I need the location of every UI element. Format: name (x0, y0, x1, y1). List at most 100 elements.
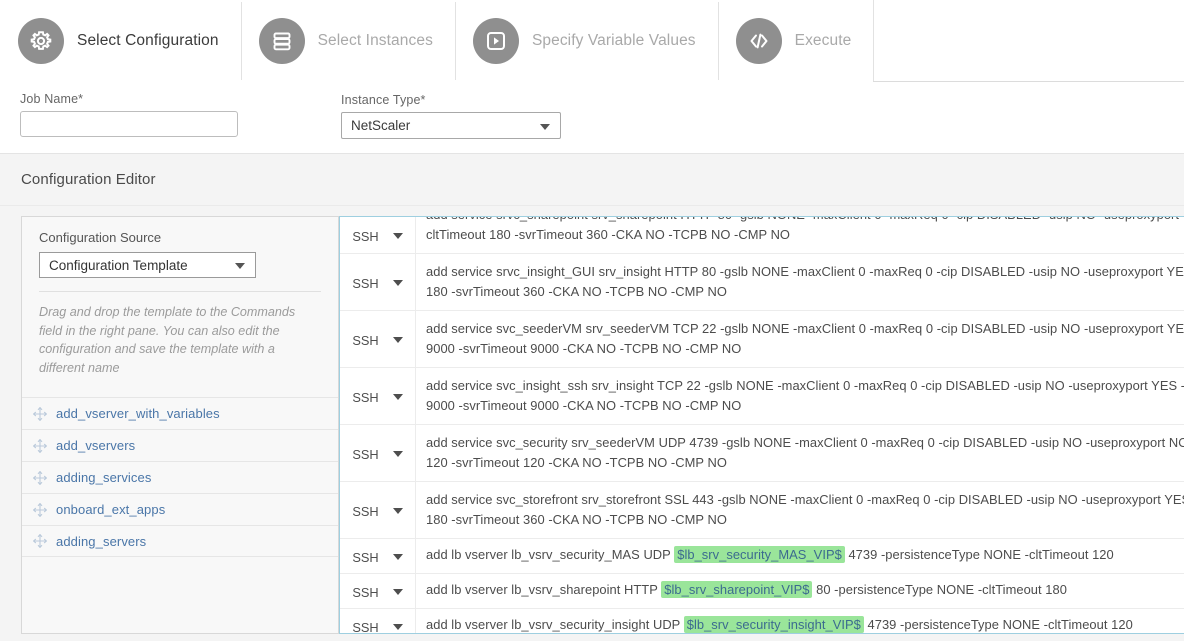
table-row[interactable]: SSH add lb vserver lb_vsrv_sharepoint HT… (340, 574, 1184, 609)
command-line-2: 180 -svrTimeout 360 -CKA NO -TCPB NO -CM… (426, 512, 727, 527)
command-text[interactable]: add service svc_security srv_seederVM UD… (416, 425, 1184, 481)
play-box-icon (472, 18, 519, 64)
protocol-value: SSH (352, 275, 379, 291)
protocol-value: SSH (352, 332, 379, 348)
table-row[interactable]: SSH add service svc_insight_ssh srv_insi… (340, 368, 1184, 425)
tab-execute[interactable]: Execute (717, 0, 874, 82)
command-prefix: add lb vserver lb_vsrv_security_MAS UDP (426, 547, 675, 562)
configuration-editor-header: Configuration Editor (0, 154, 1184, 206)
list-item[interactable]: add_vserver_with_variables (22, 397, 338, 429)
command-line-2: 180 -svrTimeout 360 -CKA NO -TCPB NO -CM… (426, 284, 727, 299)
list-item[interactable]: adding_services (22, 461, 338, 493)
protocol-value: SSH (352, 228, 379, 244)
chevron-down-icon (392, 233, 403, 239)
command-text[interactable]: add lb vserver lb_vsrv_security_insight … (416, 609, 1184, 633)
protocol-select[interactable]: SSH (340, 311, 416, 367)
table-row[interactable]: SSH add service svc_storefront srv_store… (340, 482, 1184, 539)
chevron-down-icon (392, 554, 403, 560)
server-stack-icon (258, 18, 305, 64)
table-row[interactable]: SSH add lb vserver lb_vsrv_security_MAS … (340, 539, 1184, 574)
template-name: onboard_ext_apps (56, 502, 166, 517)
command-prefix: add lb vserver lb_vsrv_sharepoint HTTP (426, 582, 662, 597)
instance-type-select[interactable]: NetScaler (341, 112, 561, 139)
command-text[interactable]: add service srvc_sharepoint srv_sharepoi… (416, 217, 1184, 253)
editor-panes: Configuration Source Configuration Templ… (0, 206, 1184, 641)
command-line-1: add service svc_storefront srv_storefron… (426, 492, 1184, 507)
command-line-1: add service svc_insight_ssh srv_insight … (426, 378, 1184, 393)
chevron-down-icon (540, 123, 550, 130)
table-row[interactable]: SSH add service srvc_sharepoint srv_shar… (340, 217, 1184, 254)
protocol-select[interactable]: SSH (340, 609, 416, 634)
drag-drop-hint: Drag and drop the template to the Comman… (39, 305, 296, 375)
instance-type-value: NetScaler (351, 118, 411, 133)
divider (39, 291, 321, 292)
template-name: adding_services (56, 470, 152, 485)
protocol-value: SSH (352, 549, 379, 565)
command-text[interactable]: add service svc_seederVM srv_seederVM TC… (416, 311, 1184, 367)
command-line-2: 9000 -svrTimeout 9000 -CKA NO -TCPB NO -… (426, 341, 742, 356)
protocol-select[interactable]: SSH (340, 368, 416, 424)
protocol-select[interactable]: SSH (340, 254, 416, 310)
command-line-1: add service srvc_insight_GUI srv_insight… (426, 264, 1184, 279)
protocol-select[interactable]: SSH (340, 482, 416, 538)
command-line-2: cltTimeout 180 -svrTimeout 360 -CKA NO -… (426, 227, 791, 242)
chevron-down-icon (392, 394, 403, 400)
list-item[interactable]: adding_servers (22, 525, 338, 557)
protocol-select[interactable]: SSH (340, 574, 416, 608)
tab-label: Execute (794, 32, 852, 49)
move-handle-icon[interactable] (32, 438, 48, 454)
protocol-value: SSH (352, 446, 379, 462)
tab-select-configuration[interactable]: Select Configuration (0, 0, 241, 83)
page-title: Configuration Editor (21, 171, 156, 188)
protocol-value: SSH (352, 584, 379, 600)
command-text[interactable]: add service svc_storefront srv_storefron… (416, 482, 1184, 538)
job-name-label: Job Name* (20, 92, 84, 106)
tab-bar-filler (873, 0, 1184, 81)
command-text[interactable]: add service svc_insight_ssh srv_insight … (416, 368, 1184, 424)
table-row[interactable]: SSH add lb vserver lb_vsrv_security_insi… (340, 609, 1184, 634)
protocol-select[interactable]: SSH (340, 539, 416, 573)
configuration-source-select[interactable]: Configuration Template (39, 252, 256, 278)
variable-token[interactable]: $lb_srv_security_insight_VIP$ (683, 616, 864, 633)
configuration-source-block: Configuration Source Configuration Templ… (22, 217, 338, 278)
command-text[interactable]: add lb vserver lb_vsrv_sharepoint HTTP $… (416, 574, 1184, 608)
command-line-2: 9000 -svrTimeout 9000 -CKA NO -TCPB NO -… (426, 398, 742, 413)
protocol-value: SSH (352, 619, 379, 634)
move-handle-icon[interactable] (32, 470, 48, 486)
job-name-field-group: Job Name* (20, 92, 238, 137)
chevron-down-icon (392, 451, 403, 457)
instance-type-field-group: Instance Type* NetScaler (341, 93, 561, 139)
move-handle-icon[interactable] (32, 533, 48, 549)
command-text[interactable]: add service srvc_insight_GUI srv_insight… (416, 254, 1184, 310)
commands-table: SSH add service srvc_sharepoint srv_shar… (340, 217, 1184, 634)
job-name-input[interactable] (20, 111, 238, 137)
table-row[interactable]: SSH add service svc_seederVM srv_seederV… (340, 311, 1184, 368)
command-line-1: add service srvc_sharepoint srv_sharepoi… (426, 217, 1184, 225)
table-row[interactable]: SSH add service srvc_insight_GUI srv_ins… (340, 254, 1184, 311)
move-handle-icon[interactable] (32, 406, 48, 422)
tab-label: Specify Variable Values (531, 32, 696, 49)
protocol-value: SSH (352, 389, 379, 405)
command-text[interactable]: add lb vserver lb_vsrv_security_MAS UDP … (416, 539, 1184, 573)
protocol-select[interactable]: SSH (340, 217, 416, 253)
move-handle-icon[interactable] (32, 502, 48, 518)
commands-pane[interactable]: SSH add service srvc_sharepoint srv_shar… (339, 216, 1184, 634)
tab-select-instances[interactable]: Select Instances (240, 0, 455, 82)
tab-specify-variable-values[interactable]: Specify Variable Values (454, 0, 718, 82)
variable-token[interactable]: $lb_srv_sharepoint_VIP$ (661, 581, 813, 598)
gear-icon (18, 18, 64, 64)
job-form-row: Job Name* Instance Type* NetScaler (0, 82, 1184, 154)
protocol-select[interactable]: SSH (340, 425, 416, 481)
template-name: adding_servers (56, 533, 147, 549)
list-item[interactable]: onboard_ext_apps (22, 493, 338, 525)
table-row[interactable]: SSH add service svc_security srv_seederV… (340, 425, 1184, 482)
configuration-source-value: Configuration Template (49, 257, 188, 273)
variable-token[interactable]: $lb_srv_security_MAS_VIP$ (674, 546, 845, 563)
chevron-down-icon (392, 337, 403, 343)
chevron-down-icon (392, 508, 403, 514)
chevron-down-icon (392, 624, 403, 630)
configuration-source-label: Configuration Source (39, 230, 162, 245)
list-item[interactable]: add_vservers (22, 429, 338, 461)
wizard-tab-bar: Select Configuration Select Instances Sp… (0, 0, 1184, 83)
tab-label: Select Instances (317, 32, 433, 49)
